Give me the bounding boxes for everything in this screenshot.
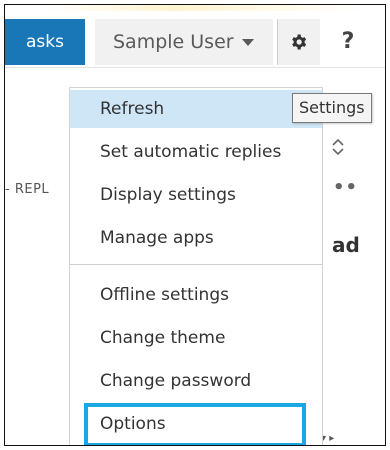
menu-item-refresh[interactable]: Refresh [70, 90, 322, 128]
menu-item-manage-apps[interactable]: Manage apps [70, 219, 322, 257]
menu-item-options[interactable]: Options [70, 405, 322, 443]
user-menu-button[interactable]: Sample User [95, 19, 273, 65]
menu-divider [70, 264, 322, 265]
settings-dropdown-menu: Refresh Set automatic replies Display se… [69, 87, 323, 445]
background-scroll-arrows[interactable] [331, 137, 345, 161]
settings-button[interactable] [277, 19, 320, 65]
screenshot-frame: asks Sample User ? - REPL •• ad ▾ ▸ Refr… [4, 4, 386, 446]
gear-icon [292, 34, 307, 50]
more-options-icon[interactable]: •• [333, 177, 358, 198]
user-name: Sample User [113, 31, 234, 53]
menu-item-change-theme[interactable]: Change theme [70, 319, 322, 357]
chevron-up-down-icon [332, 138, 344, 156]
background-heading-fragment: ad [332, 233, 360, 257]
top-glow [45, 5, 365, 11]
top-nav-bar: asks Sample User ? [5, 5, 385, 68]
settings-tooltip: Settings [292, 93, 372, 123]
menu-item-change-password[interactable]: Change password [70, 362, 322, 400]
background-reply-text: - REPL [5, 182, 50, 197]
tab-tasks[interactable]: asks [5, 19, 85, 65]
menu-item-display-settings[interactable]: Display settings [70, 176, 322, 214]
caret-down-icon [241, 39, 254, 46]
menu-item-set-automatic-replies[interactable]: Set automatic replies [70, 133, 322, 171]
help-button[interactable]: ? [323, 19, 373, 65]
menu-item-offline-settings[interactable]: Offline settings [70, 276, 322, 314]
